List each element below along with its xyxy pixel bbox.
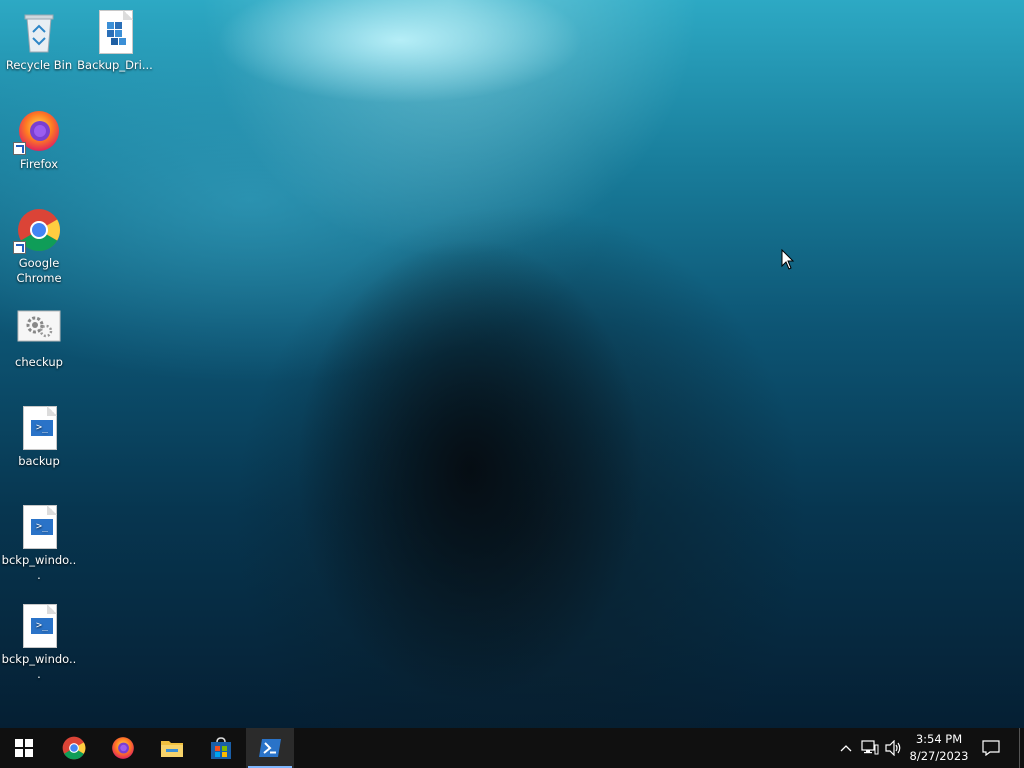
desktop-icon-checkup[interactable]: checkup xyxy=(1,305,77,370)
speaker-icon xyxy=(885,740,901,756)
desktop-icon-label: checkup xyxy=(15,355,63,369)
action-center-button[interactable] xyxy=(981,738,1001,758)
start-button[interactable] xyxy=(0,728,48,768)
volume-button[interactable] xyxy=(884,738,904,758)
desktop-icon-label: Google Chrome xyxy=(16,256,62,285)
desktop-icon-label: Recycle Bin xyxy=(5,58,73,72)
clock-button[interactable]: 3:54 PM 8/27/2023 xyxy=(906,731,972,765)
desktop-icon-bckp-windows-1[interactable]: >_ bckp_windo... xyxy=(1,503,77,583)
powershell-script-icon: >_ xyxy=(15,503,63,551)
powershell-badge-icon: >_ xyxy=(31,519,53,535)
recycle-bin-icon xyxy=(15,8,63,56)
show-desktop-button[interactable] xyxy=(1020,728,1024,768)
shortcut-arrow-icon xyxy=(13,241,26,254)
network-button[interactable] xyxy=(860,738,880,758)
taskbar-store-button[interactable] xyxy=(197,728,245,768)
desktop-icon-label: bckp_windo... xyxy=(1,553,77,582)
taskbar-firefox-button[interactable] xyxy=(99,728,147,768)
desktop-icon-label: Backup_Dri... xyxy=(77,58,153,72)
powershell-icon xyxy=(259,739,281,757)
network-icon xyxy=(861,740,879,755)
settings-file-icon xyxy=(15,305,63,353)
taskbar: 3:54 PM 8/27/2023 xyxy=(0,728,1024,768)
mouse-cursor-icon xyxy=(781,248,795,275)
clock-date: 8/27/2023 xyxy=(909,749,969,763)
desktop-icon-backup[interactable]: >_ backup xyxy=(1,404,77,469)
shortcut-arrow-icon xyxy=(13,142,26,155)
taskbar-powershell-button[interactable] xyxy=(246,728,294,768)
desktop-icon-firefox[interactable]: Firefox xyxy=(1,107,77,172)
show-hidden-icons-button[interactable] xyxy=(836,738,856,758)
powershell-script-icon: >_ xyxy=(15,404,63,452)
store-icon xyxy=(211,737,231,759)
powershell-badge-icon: >_ xyxy=(31,420,53,436)
desktop-icon-label: bckp_windo... xyxy=(1,652,77,681)
desktop-icon-backup-drive[interactable]: Backup_Dri... xyxy=(77,8,153,73)
desktop-background[interactable]: Recycle Bin Backup_Dri... Firefox Google… xyxy=(0,0,1024,728)
folder-icon xyxy=(161,741,183,757)
taskbar-file-explorer-button[interactable] xyxy=(148,728,196,768)
desktop-icon-recycle-bin[interactable]: Recycle Bin xyxy=(1,8,77,73)
windows-logo-icon xyxy=(15,739,33,757)
chrome-icon xyxy=(62,736,86,760)
taskbar-chrome-button[interactable] xyxy=(50,728,98,768)
firefox-icon xyxy=(112,737,134,759)
desktop-icon-label: Firefox xyxy=(19,157,59,171)
firefox-icon xyxy=(13,107,63,155)
chrome-icon xyxy=(13,206,63,254)
powershell-script-icon: >_ xyxy=(15,602,63,650)
chevron-up-icon xyxy=(840,745,852,752)
desktop-icon-label: backup xyxy=(18,454,60,468)
registry-file-icon xyxy=(91,8,139,56)
desktop-icon-bckp-windows-2[interactable]: >_ bckp_windo... xyxy=(1,602,77,682)
powershell-badge-icon: >_ xyxy=(31,618,53,634)
clock-time: 3:54 PM xyxy=(915,732,963,746)
desktop-icon-google-chrome[interactable]: Google Chrome xyxy=(1,206,77,286)
wallpaper-light xyxy=(200,0,700,260)
notification-icon xyxy=(982,740,1000,756)
